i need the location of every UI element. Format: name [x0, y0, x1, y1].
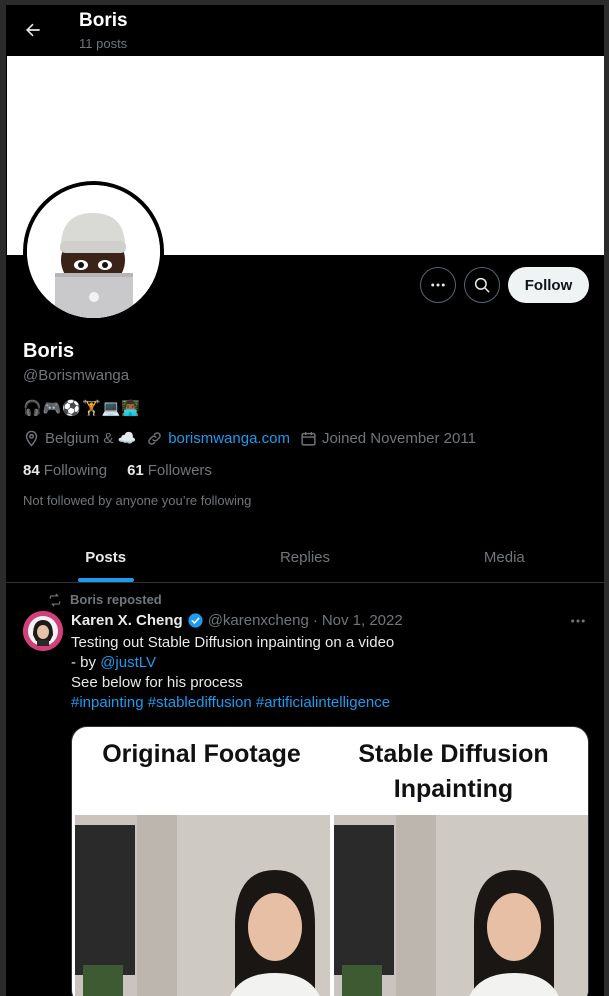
- profile-tabs: Posts Replies Media: [6, 532, 604, 583]
- repost-context[interactable]: Boris reposted: [48, 592, 162, 607]
- tweet-mention[interactable]: @justLV: [100, 654, 156, 671]
- tweet-date[interactable]: Nov 1, 2022: [322, 612, 403, 629]
- followers-label: Followers: [147, 462, 212, 479]
- search-button[interactable]: [464, 267, 500, 303]
- tweet-header: Karen X. Cheng @karenxcheng · Nov 1, 202…: [71, 612, 403, 629]
- tab-media[interactable]: Media: [405, 532, 604, 582]
- tab-media-label: Media: [483, 548, 525, 566]
- tweet-line-3: See below for his process: [71, 674, 243, 691]
- link-icon: [148, 431, 161, 445]
- back-arrow-icon: [26, 23, 40, 37]
- header-title: Boris: [79, 10, 128, 31]
- search-icon: [474, 277, 490, 293]
- more-icon: [431, 283, 445, 287]
- tab-posts[interactable]: Posts: [6, 532, 205, 582]
- profile-website[interactable]: borismwanga.com: [146, 430, 290, 447]
- profile-handle: @Borismwanga: [23, 367, 130, 384]
- followers-count: 61: [127, 462, 144, 479]
- follow-button[interactable]: Follow: [508, 267, 589, 303]
- repost-label: Boris reposted: [70, 592, 162, 607]
- media-right-frame: [334, 815, 588, 996]
- following-label: Following: [43, 462, 108, 479]
- tab-replies[interactable]: Replies: [205, 532, 404, 582]
- tab-replies-label: Replies: [279, 548, 330, 566]
- profile-website-link[interactable]: borismwanga.com: [168, 430, 290, 447]
- verified-icon: [188, 613, 203, 628]
- avatar[interactable]: [27, 185, 160, 318]
- profile-location: Belgium & ☁️: [23, 429, 136, 447]
- profile-meta: Belgium & ☁️ borismwanga.com Joined Nove…: [23, 429, 486, 447]
- tweet-author-avatar[interactable]: [23, 611, 63, 651]
- tweet-separator: ·: [312, 612, 318, 629]
- tweet-author-handle[interactable]: @karenxcheng: [208, 612, 309, 629]
- profile-joined: Joined November 2011: [300, 430, 476, 447]
- repost-icon: [49, 593, 61, 606]
- header-post-count: 11 posts: [79, 36, 128, 51]
- more-icon: [571, 619, 585, 623]
- back-button[interactable]: [20, 17, 46, 43]
- tab-posts-label: Posts: [85, 548, 127, 566]
- tweet-line-2-prefix: - by: [71, 654, 101, 671]
- tweet-hashtags[interactable]: #inpainting #stablediffusion #artificial…: [71, 693, 591, 713]
- following-stat[interactable]: 84 Following: [23, 462, 107, 479]
- tweet-media[interactable]: Original Footage Stable Diffusion Inpain…: [71, 726, 589, 996]
- profile-page: Boris 11 posts Follow Boris @Borismwanga…: [6, 5, 604, 996]
- tweet-author-name[interactable]: Karen X. Cheng: [71, 612, 183, 629]
- tweet-line-2: - by @justLV: [71, 653, 591, 673]
- location-icon: [25, 430, 38, 447]
- tab-active-indicator: [77, 578, 134, 582]
- tweet-text: Testing out Stable Diffusion inpainting …: [71, 633, 591, 713]
- profile-location-text: Belgium & ☁️: [45, 430, 137, 447]
- media-right-title: Stable Diffusion Inpainting: [358, 740, 549, 803]
- media-left-frame: [75, 815, 330, 996]
- tweet-more-button[interactable]: [569, 613, 589, 629]
- calendar-icon: [301, 431, 316, 446]
- not-followed-note: Not followed by anyone you’re following: [23, 493, 252, 508]
- more-button[interactable]: [420, 267, 456, 303]
- following-count: 84: [23, 462, 40, 479]
- followers-stat[interactable]: 61 Followers: [127, 462, 212, 479]
- profile-name: Boris: [23, 340, 75, 362]
- media-left-title: Original Footage: [102, 740, 301, 768]
- tweet-line-1: Testing out Stable Diffusion inpainting …: [71, 634, 395, 651]
- profile-bio: 🎧🎮⚽🏋💻👨🏾‍💻: [23, 400, 142, 417]
- profile-joined-text: Joined November 2011: [321, 429, 476, 447]
- follow-stats: 84 Following 61 Followers: [23, 462, 232, 479]
